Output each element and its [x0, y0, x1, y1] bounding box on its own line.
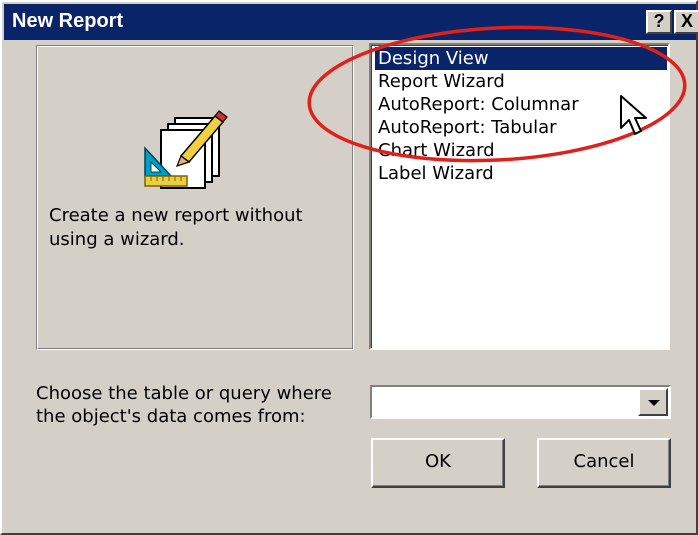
report-type-list[interactable]: Design View Report Wizard AutoReport: Co… [369, 43, 670, 350]
list-item-label-wizard[interactable]: Label Wizard [375, 162, 667, 185]
chevron-down-icon[interactable] [638, 388, 668, 416]
ok-button[interactable]: OK [371, 438, 505, 488]
source-label: Choose the table or query where the obje… [36, 383, 332, 427]
new-report-dialog: New Report ? X Create a new report witho… [0, 0, 698, 535]
source-combobox[interactable] [370, 385, 671, 419]
help-button[interactable]: ? [646, 10, 672, 34]
source-input[interactable] [372, 387, 635, 417]
list-item-chart-wizard[interactable]: Chart Wizard [375, 139, 667, 162]
list-item-design-view[interactable]: Design View [375, 47, 667, 70]
title-bar[interactable]: New Report ? X [4, 4, 698, 40]
preview-panel: Create a new report without using a wiza… [36, 45, 354, 350]
list-item-report-wizard[interactable]: Report Wizard [375, 70, 667, 93]
cancel-button[interactable]: Cancel [537, 438, 671, 488]
preview-description: Create a new report without using a wiza… [49, 205, 303, 250]
window-title: New Report [12, 10, 124, 32]
report-design-icon [144, 110, 228, 189]
close-button[interactable]: X [674, 10, 698, 34]
mouse-cursor-icon [620, 95, 647, 135]
